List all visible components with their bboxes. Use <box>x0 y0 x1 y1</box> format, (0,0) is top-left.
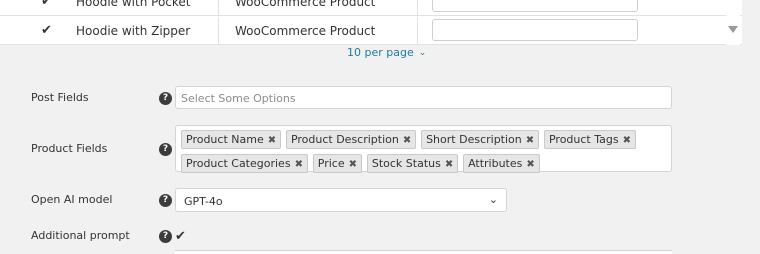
column-divider <box>417 0 418 15</box>
tag-attributes: Attributes ✖ <box>463 154 540 173</box>
additional-prompt-textarea[interactable] <box>175 250 672 254</box>
tag-stock-status: Stock Status ✖ <box>366 154 459 173</box>
check-icon: ✔ <box>41 23 52 38</box>
products-table: ✔ Hoodie with Pocket WooCommerce Product… <box>0 0 742 45</box>
open-ai-model-value: GPT-4o <box>184 195 223 208</box>
product-type-cell: WooCommerce Product <box>235 0 376 9</box>
row-input[interactable] <box>432 0 638 12</box>
remove-tag-icon[interactable]: ✖ <box>526 135 534 146</box>
product-name-cell: Hoodie with Zipper <box>76 24 191 38</box>
remove-tag-icon[interactable]: ✖ <box>623 135 631 146</box>
help-icon[interactable]: ? <box>159 194 172 207</box>
open-ai-model-select[interactable]: GPT-4o ⌄ <box>175 188 507 212</box>
open-ai-model-label: Open AI model <box>31 193 113 206</box>
tag-product-categories: Product Categories ✖ <box>181 154 308 173</box>
post-fields-placeholder: Select Some Options <box>181 92 296 105</box>
help-icon[interactable]: ? <box>159 230 172 243</box>
chevron-down-icon: ⌄ <box>418 48 427 58</box>
product-type-cell: WooCommerce Product <box>235 24 376 38</box>
check-icon: ✔ <box>41 0 52 9</box>
help-icon[interactable]: ? <box>159 143 172 156</box>
tag-short-description: Short Description ✖ <box>421 130 540 149</box>
additional-prompt-checkbox[interactable]: ✔ <box>175 229 186 244</box>
product-fields-label: Product Fields <box>31 142 108 155</box>
table-row[interactable]: ✔ Hoodie with Pocket WooCommerce Product <box>0 0 742 16</box>
remove-tag-icon[interactable]: ✖ <box>526 159 534 170</box>
column-divider <box>417 17 418 44</box>
product-fields-multiselect[interactable]: Product Name ✖ Product Description ✖ Short… <box>175 125 672 173</box>
per-page-label: 10 per page <box>347 46 414 59</box>
remove-tag-icon[interactable]: ✖ <box>445 159 453 170</box>
additional-prompt-label: Additional prompt <box>31 229 130 242</box>
table-row[interactable]: ✔ Hoodie with Zipper WooCommerce Product <box>0 17 742 45</box>
tag-product-description: Product Description ✖ <box>285 130 417 149</box>
help-icon[interactable]: ? <box>159 92 172 105</box>
product-name-cell: Hoodie with Pocket <box>76 0 191 9</box>
tag-product-name: Product Name ✖ <box>181 130 282 149</box>
post-fields-select[interactable]: Select Some Options <box>175 86 672 109</box>
per-page-selector[interactable]: 10 per page ⌄ <box>347 46 426 59</box>
table-scrollbar[interactable] <box>726 0 740 45</box>
chevron-down-icon: ⌄ <box>488 193 498 206</box>
post-fields-label: Post Fields <box>31 91 89 104</box>
remove-tag-icon[interactable]: ✖ <box>349 159 357 170</box>
remove-tag-icon[interactable]: ✖ <box>295 159 303 170</box>
column-divider <box>218 0 219 15</box>
scroll-down-arrow-icon[interactable] <box>728 26 738 33</box>
remove-tag-icon[interactable]: ✖ <box>403 135 411 146</box>
remove-tag-icon[interactable]: ✖ <box>268 135 276 146</box>
row-input[interactable] <box>432 19 638 41</box>
tag-product-tags: Product Tags ✖ <box>543 130 636 149</box>
column-divider <box>218 17 219 44</box>
tag-price: Price ✖ <box>312 154 363 173</box>
